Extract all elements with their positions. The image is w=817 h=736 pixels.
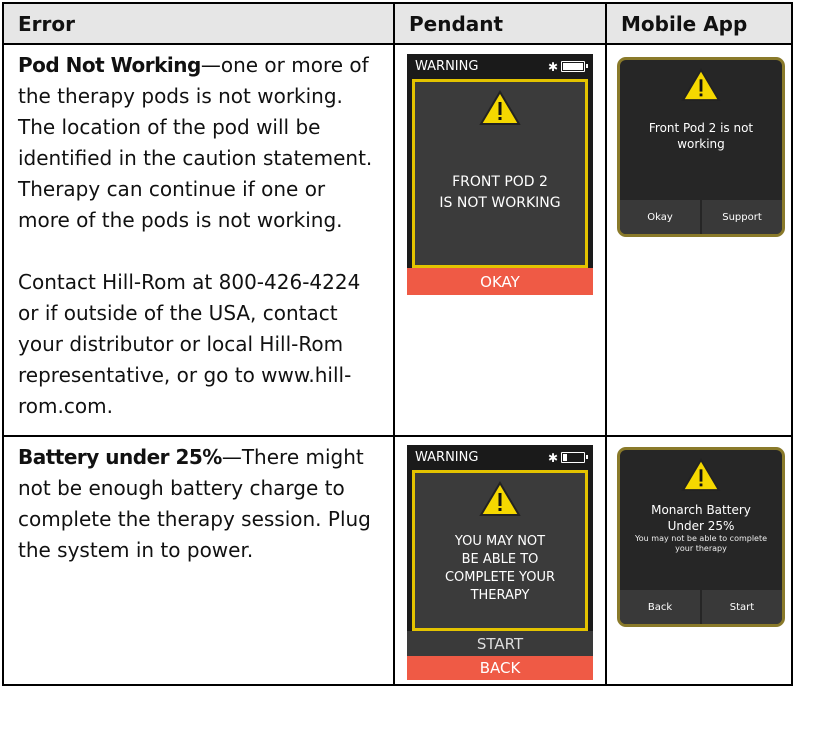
error-title: Pod Not Working [18, 53, 201, 77]
header-error: Error [2, 2, 395, 45]
bluetooth-icon: ✱ [547, 450, 558, 465]
battery-level [563, 63, 583, 70]
pendant-back-button[interactable]: BACK [407, 656, 593, 680]
pendant-status-text: WARNING [415, 59, 479, 74]
table-row: Pod Not Working—one or more of the thera… [2, 43, 793, 437]
error-description: Pod Not Working—one or more of the thera… [2, 43, 395, 437]
pendant-message-line: IS NOT WORKING [439, 195, 561, 211]
warning-icon [479, 90, 521, 125]
pendant-device: WARNING ✱ YOU MAY NOT BE ABLE TO COMPLET… [407, 445, 593, 680]
pendant-cell: WARNING ✱ YOU MAY NOT BE ABLE TO COMPLET… [393, 435, 607, 686]
mobile-message-line: Front Pod 2 is not [648, 121, 754, 135]
battery-level [563, 454, 568, 461]
battery-icon [561, 61, 588, 72]
pendant-message-line: YOU MAY NOT [454, 534, 546, 549]
mobile-message-line: working [677, 137, 725, 151]
error-title: Battery under 25% [18, 445, 222, 469]
error-text: —one or more of the therapy pods is not … [18, 53, 373, 232]
header-mobile-app: Mobile App [605, 2, 793, 45]
pendant-cell: WARNING ✱ FRONT POD 2 IS NOT WORKING OKA… [393, 43, 607, 437]
warning-icon [681, 68, 721, 102]
contact-text: Contact Hill-Rom at 800-426-4224 or if o… [18, 270, 361, 418]
pendant-start-button[interactable]: START [407, 631, 593, 656]
mobile-support-button[interactable]: Support [700, 200, 782, 234]
pendant-message-line: THERAPY [470, 588, 530, 603]
mobile-app-screen: Front Pod 2 is not working Okay Support [617, 57, 785, 237]
pendant-device: WARNING ✱ FRONT POD 2 IS NOT WORKING OKA… [407, 54, 593, 295]
warning-icon [681, 458, 721, 492]
bluetooth-icon: ✱ [547, 59, 558, 74]
mobile-message-line: Under 25% [667, 519, 735, 533]
header-pendant: Pendant [393, 2, 607, 45]
pendant-message-line: BE ABLE TO [461, 552, 539, 567]
mobile-sub-line: your therapy [675, 544, 727, 553]
mobile-message-line: Monarch Battery [651, 503, 751, 517]
mobile-okay-button[interactable]: Okay [620, 200, 700, 234]
mobile-start-button[interactable]: Start [700, 590, 782, 624]
pendant-status-bar: WARNING ✱ [407, 54, 593, 79]
error-description: Battery under 25%—There might not be eno… [2, 435, 395, 686]
mobile-cell: Front Pod 2 is not working Okay Support [605, 43, 793, 437]
pendant-screen: YOU MAY NOT BE ABLE TO COMPLETE YOUR THE… [412, 470, 588, 631]
pendant-status-bar: WARNING ✱ [407, 445, 593, 470]
mobile-back-button[interactable]: Back [620, 590, 700, 624]
header-row: Error Pendant Mobile App [2, 2, 793, 45]
error-table: Error Pendant Mobile App Pod Not Working… [2, 2, 793, 686]
pendant-message-line: FRONT POD 2 [452, 174, 548, 190]
pendant-okay-button[interactable]: OKAY [407, 268, 593, 295]
mobile-cell: Monarch Battery Under 25% You may not be… [605, 435, 793, 686]
mobile-sub-line: You may not be able to complete [634, 534, 768, 543]
battery-icon [561, 452, 588, 463]
pendant-status-text: WARNING [415, 450, 479, 465]
pendant-message-line: COMPLETE YOUR [444, 570, 556, 585]
mobile-app-screen: Monarch Battery Under 25% You may not be… [617, 447, 785, 627]
warning-icon [479, 481, 521, 516]
table-row: Battery under 25%—There might not be eno… [2, 435, 793, 686]
pendant-screen: FRONT POD 2 IS NOT WORKING [412, 79, 588, 268]
